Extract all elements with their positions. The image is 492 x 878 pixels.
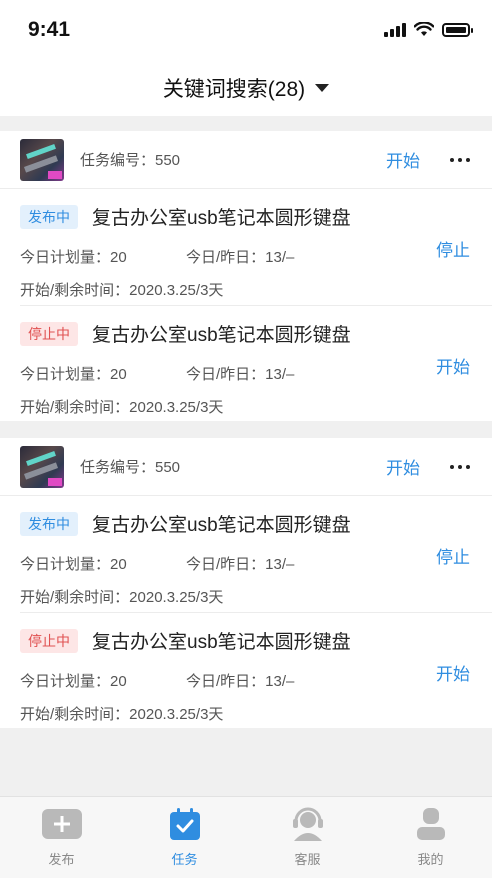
list-item[interactable]: 发布中 复古办公室usb笔记本圆形键盘 今日计划量：20 今日/昨日：13/– …	[0, 496, 492, 612]
status-badge: 发布中	[20, 511, 78, 536]
status-badge: 停止中	[20, 628, 78, 653]
daily-plan: 今日计划量：20	[20, 249, 127, 266]
start-remaining-time: 开始/剩余时间：2020.3.25/3天	[20, 282, 224, 299]
task-group: 任务编号：550 开始 发布中 复古办公室usb笔记本圆形键盘 今日计划量：20…	[0, 131, 492, 421]
plus-icon	[41, 807, 82, 841]
stop-button[interactable]: 停止	[436, 236, 470, 261]
start-remaining-time: 开始/剩余时间：2020.3.25/3天	[20, 399, 224, 416]
status-time: 9:41	[28, 18, 71, 41]
task-group: 任务编号：550 开始 发布中 复古办公室usb笔记本圆形键盘 今日计划量：20…	[0, 438, 492, 728]
nav-bar[interactable]: 关键词搜索(28)	[0, 60, 492, 116]
list-item[interactable]: 停止中 复古办公室usb笔记本圆形键盘 今日计划量：20 今日/昨日：13/– …	[20, 305, 492, 421]
status-badge: 发布中	[20, 204, 78, 229]
status-icons	[384, 22, 473, 37]
item-title: 复古办公室usb笔记本圆形键盘	[92, 632, 351, 653]
item-title: 复古办公室usb笔记本圆形键盘	[92, 208, 351, 229]
bottom-tab-bar: 发布 任务 客服 我的	[0, 796, 492, 878]
more-icon[interactable]	[450, 157, 470, 162]
user-icon	[411, 807, 451, 841]
wifi-icon	[414, 22, 434, 36]
tab-service[interactable]: 客服	[246, 797, 369, 878]
today-yesterday: 今日/昨日：13/–	[186, 556, 295, 573]
start-remaining-time: 开始/剩余时间：2020.3.25/3天	[20, 706, 224, 723]
page-title[interactable]: 关键词搜索(28)	[163, 73, 305, 103]
item-title: 复古办公室usb笔记本圆形键盘	[92, 325, 351, 346]
today-yesterday: 今日/昨日：13/–	[186, 249, 295, 266]
item-title: 复古办公室usb笔记本圆形键盘	[92, 515, 351, 536]
task-group-header: 任务编号：550 开始	[0, 438, 492, 496]
headset-icon	[288, 807, 328, 841]
list-item[interactable]: 停止中 复古办公室usb笔记本圆形键盘 今日计划量：20 今日/昨日：13/– …	[20, 612, 492, 728]
calendar-check-icon	[165, 807, 205, 841]
signal-icon	[384, 22, 406, 37]
tab-label: 客服	[294, 852, 321, 867]
product-thumbnail	[20, 138, 64, 181]
product-thumbnail	[20, 445, 64, 488]
task-group-header: 任务编号：550 开始	[0, 131, 492, 189]
battery-icon	[442, 22, 473, 37]
group-start-button[interactable]: 开始	[386, 454, 420, 479]
today-yesterday: 今日/昨日：13/–	[186, 673, 295, 690]
today-yesterday: 今日/昨日：13/–	[186, 366, 295, 383]
tab-label: 任务	[171, 852, 198, 867]
daily-plan: 今日计划量：20	[20, 673, 127, 690]
group-start-button[interactable]: 开始	[386, 147, 420, 172]
task-number: 任务编号：550	[80, 459, 181, 476]
more-icon[interactable]	[450, 464, 470, 469]
start-button[interactable]: 开始	[436, 353, 470, 378]
status-bar: 9:41	[0, 0, 492, 60]
start-button[interactable]: 开始	[436, 660, 470, 685]
daily-plan: 今日计划量：20	[20, 556, 127, 573]
task-number: 任务编号：550	[80, 152, 181, 169]
status-badge: 停止中	[20, 321, 78, 346]
start-remaining-time: 开始/剩余时间：2020.3.25/3天	[20, 589, 224, 606]
tab-publish[interactable]: 发布	[0, 797, 123, 878]
tab-label: 我的	[417, 852, 444, 867]
daily-plan: 今日计划量：20	[20, 366, 127, 383]
stop-button[interactable]: 停止	[436, 543, 470, 568]
tab-tasks[interactable]: 任务	[123, 797, 246, 878]
list-item[interactable]: 发布中 复古办公室usb笔记本圆形键盘 今日计划量：20 今日/昨日：13/– …	[0, 189, 492, 305]
dropdown-caret-icon[interactable]	[315, 84, 330, 92]
tab-label: 发布	[48, 852, 75, 867]
tab-mine[interactable]: 我的	[369, 797, 492, 878]
